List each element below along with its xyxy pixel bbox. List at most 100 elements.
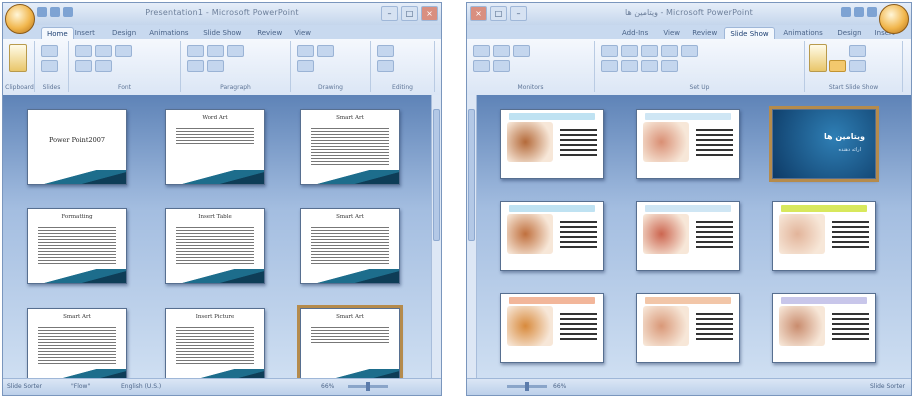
slide-body-text (175, 225, 255, 265)
save-icon[interactable] (867, 7, 877, 17)
ribbon-button[interactable] (41, 60, 58, 72)
zoom-slider[interactable] (507, 382, 547, 391)
right-title-bar: × □ – ویتامین ها - Microsoft PowerPoint (467, 3, 911, 34)
slide-thumbnail[interactable]: Smart Art (300, 208, 400, 284)
ribbon-button[interactable] (115, 45, 132, 57)
slide-thumbnail[interactable]: Smart Art (300, 109, 400, 185)
tab-review[interactable]: Review (687, 27, 722, 39)
tab-view[interactable]: View (658, 27, 685, 39)
ribbon-group-set-up: Set Up (595, 41, 805, 92)
undo-icon[interactable] (854, 7, 864, 17)
ribbon-button[interactable] (207, 60, 224, 72)
vertical-scrollbar[interactable] (431, 95, 441, 379)
slide-title: Insert Table (198, 214, 232, 220)
ribbon-button[interactable] (513, 45, 530, 57)
slide-thumbnail[interactable]: Smart Art (297, 305, 403, 387)
slide-thumbnail[interactable]: Insert Table (165, 208, 265, 284)
ribbon-button[interactable] (9, 44, 27, 72)
slide-thumbnail[interactable]: Insert Picture (165, 308, 265, 384)
tab-add-ins[interactable]: Add-Ins (617, 27, 653, 39)
tab-animations[interactable]: Animations (144, 27, 193, 39)
ribbon-button[interactable] (493, 45, 510, 57)
ribbon-button[interactable] (641, 45, 658, 57)
tab-view[interactable]: View (289, 27, 316, 39)
status-zoom-level[interactable]: 66% (553, 383, 566, 390)
ribbon-button[interactable] (317, 45, 334, 57)
slide-thumbnail[interactable] (500, 293, 604, 363)
ribbon-button[interactable] (75, 45, 92, 57)
slide-title: Smart Art (63, 314, 91, 320)
ribbon-tabs: Add-Ins View Review Slide Show Animations Des… (467, 25, 911, 40)
ribbon-button[interactable] (493, 60, 510, 72)
status-zoom-level[interactable]: 66% (321, 383, 334, 390)
slide-body-text (560, 126, 597, 158)
status-bar: Slide Sorter "Flow" English (U.S.) 66% (3, 378, 441, 395)
ribbon-button[interactable] (377, 60, 394, 72)
ribbon-button[interactable] (681, 45, 698, 57)
ribbon-button[interactable] (377, 45, 394, 57)
slide-thumbnail[interactable]: Word Art (165, 109, 265, 185)
redo-icon[interactable] (841, 7, 851, 17)
ribbon: Clipboard Slides Font Paragraph Drawing Editi… (3, 39, 441, 96)
ribbon-button[interactable] (473, 60, 490, 72)
slide-background-wave (301, 170, 399, 184)
ribbon-button[interactable] (809, 44, 827, 72)
left-powerpoint-window: Presentation1 - Microsoft PowerPoint – □… (2, 2, 442, 396)
slide-thumbnail[interactable] (500, 201, 604, 271)
slide-thumbnail[interactable] (772, 201, 876, 271)
slide-thumbnail[interactable] (772, 293, 876, 363)
slide-title: Smart Art (336, 115, 364, 121)
ribbon-button[interactable] (849, 45, 866, 57)
tab-review[interactable]: Review (252, 27, 287, 39)
vertical-scrollbar[interactable] (467, 95, 477, 379)
zoom-slider[interactable] (348, 382, 388, 391)
ribbon-button[interactable] (207, 45, 224, 57)
ribbon-button[interactable] (297, 45, 314, 57)
slide-thumbnail[interactable] (500, 109, 604, 179)
ribbon-button[interactable] (601, 45, 618, 57)
ribbon-button[interactable] (75, 60, 92, 72)
ribbon-button[interactable] (621, 60, 638, 72)
tab-design[interactable]: Design (107, 27, 141, 39)
tab-design[interactable]: Design (832, 27, 866, 39)
scroll-thumb[interactable] (468, 109, 475, 241)
ribbon-button[interactable] (187, 45, 204, 57)
slide-thumbnail[interactable]: ویتامین ها ارائه دهنده (769, 106, 879, 182)
slide-title: Smart Art (336, 214, 364, 220)
ribbon-button[interactable] (849, 60, 866, 72)
slide-thumbnail[interactable]: Power Point2007 (27, 109, 127, 185)
slide-body-text (175, 325, 255, 365)
ribbon-button[interactable] (473, 45, 490, 57)
minimize-button[interactable]: – (381, 6, 398, 21)
maximize-button[interactable]: □ (401, 6, 418, 21)
ribbon-button[interactable] (187, 60, 204, 72)
office-button[interactable] (879, 4, 909, 34)
slide-thumbnail[interactable] (636, 109, 740, 179)
ribbon-button[interactable] (661, 60, 678, 72)
ribbon-button[interactable] (601, 60, 618, 72)
ribbon-button[interactable] (297, 60, 314, 72)
office-button[interactable] (5, 4, 35, 34)
scroll-thumb[interactable] (433, 109, 440, 241)
slide-thumbnail[interactable] (636, 201, 740, 271)
ribbon-button[interactable] (227, 45, 244, 57)
tab-animations[interactable]: Animations (778, 27, 827, 39)
ribbon-button[interactable] (641, 60, 658, 72)
ribbon-group-start-slide-show: Start Slide Show (805, 41, 903, 92)
tab-slide-show[interactable]: Slide Show (198, 27, 246, 39)
ribbon-button[interactable] (41, 45, 58, 57)
ribbon-button[interactable] (95, 60, 112, 72)
slide-background-wave (301, 269, 399, 283)
close-button[interactable]: × (421, 6, 438, 21)
tab-home[interactable]: Home (907, 27, 911, 39)
ribbon-button[interactable] (621, 45, 638, 57)
ribbon-button[interactable] (95, 45, 112, 57)
slide-thumbnail[interactable]: Formatting (27, 208, 127, 284)
slide-body-text (310, 126, 390, 166)
ribbon-button[interactable] (829, 60, 846, 72)
slide-thumbnail[interactable]: Smart Art (27, 308, 127, 384)
slide-title: Power Point2007 (48, 136, 106, 144)
ribbon-button[interactable] (661, 45, 678, 57)
tab-insert[interactable]: Insert (70, 27, 100, 39)
slide-thumbnail[interactable] (636, 293, 740, 363)
